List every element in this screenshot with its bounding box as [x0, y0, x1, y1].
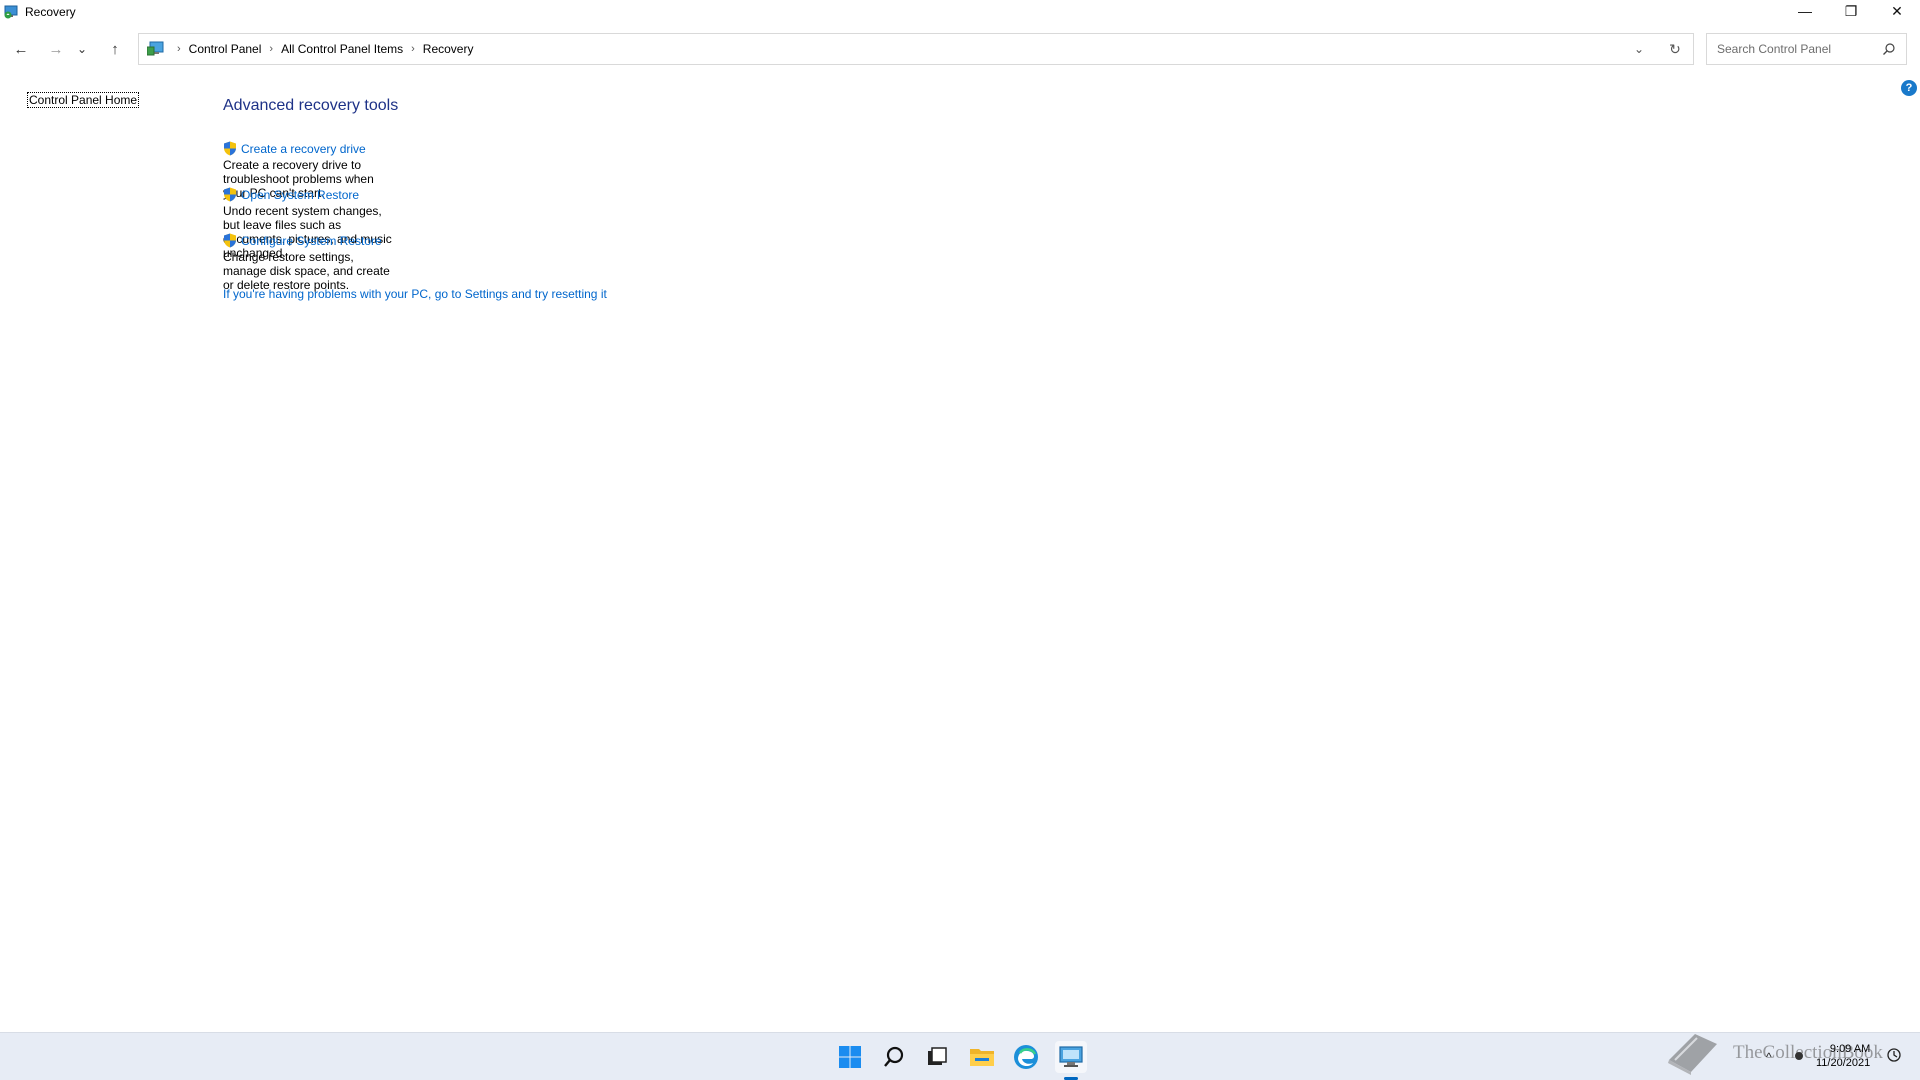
search-input[interactable]	[1715, 41, 1875, 57]
back-button[interactable]: ←	[6, 32, 36, 66]
clock[interactable]: 9:09 AM 11/20/2021	[1816, 1042, 1870, 1070]
breadcrumb-control-panel[interactable]: Control Panel	[189, 42, 262, 56]
start-button[interactable]	[834, 1041, 866, 1073]
task-view-button[interactable]	[921, 1041, 953, 1073]
breadcrumb-separator[interactable]: ›	[269, 43, 273, 55]
book-icon	[1668, 1034, 1717, 1075]
main-content: Advanced recovery tools Create a recover…	[223, 97, 607, 301]
restore-button[interactable]: ❐	[1828, 0, 1874, 22]
search-icon	[884, 1046, 904, 1067]
edge-icon	[1014, 1045, 1038, 1069]
recovery-app-icon	[3, 4, 19, 20]
search-icon[interactable]	[1882, 42, 1896, 56]
reset-pc-settings-link[interactable]: If you're having problems with your PC, …	[223, 287, 607, 301]
clock-time: 9:09 AM	[1829, 1043, 1871, 1055]
page-title: Advanced recovery tools	[223, 97, 399, 114]
control-panel-home-link[interactable]: Control Panel Home	[27, 92, 140, 108]
task-label[interactable]: Create a recovery drive	[241, 142, 366, 156]
taskbar	[0, 1032, 1920, 1080]
task-label[interactable]: Open System Restore	[241, 188, 359, 202]
close-button[interactable]: ✕	[1874, 0, 1920, 22]
breadcrumb-separator[interactable]: ›	[411, 43, 415, 55]
minimize-button[interactable]: —	[1782, 0, 1828, 22]
task-configure-system-restore: Configure System Restore Change restore …	[223, 233, 398, 292]
start-icon	[839, 1046, 861, 1068]
control-panel-icon	[146, 41, 165, 57]
forward-arrow-icon: →	[48, 40, 64, 58]
up-button[interactable]: ↑	[100, 32, 130, 66]
breadcrumb-all-control-panel-items[interactable]: All Control Panel Items	[281, 42, 403, 56]
task-view-icon	[928, 1047, 947, 1065]
forward-button[interactable]: →	[41, 32, 71, 66]
address-history-button[interactable]: ⌄	[1621, 34, 1657, 64]
taskbar-search-button[interactable]	[878, 1041, 910, 1073]
network-icon[interactable]	[1792, 1049, 1806, 1066]
breadcrumb-separator: ›	[177, 43, 181, 55]
window-controls: — ❐ ✕	[1782, 0, 1920, 24]
create-recovery-drive-link[interactable]: Create a recovery drive	[223, 141, 398, 156]
clock-date: 11/20/2021	[1816, 1057, 1871, 1069]
title-bar: Recovery — ❐ ✕	[0, 0, 1920, 24]
window-title: Recovery	[25, 5, 76, 19]
notification-icon[interactable]	[1886, 1047, 1902, 1066]
shield-icon	[224, 141, 236, 156]
shield-icon	[224, 187, 236, 202]
edge-button[interactable]	[1010, 1041, 1042, 1073]
address-bar-controls: ⌄ ↻	[1621, 34, 1693, 64]
up-arrow-icon: ↑	[111, 40, 119, 58]
address-bar[interactable]: › Control Panel › All Control Panel Item…	[138, 33, 1694, 65]
control-panel-taskbar-button[interactable]	[1055, 1041, 1087, 1073]
control-panel-icon	[1059, 1046, 1083, 1067]
file-explorer-button[interactable]	[966, 1041, 998, 1073]
task-description: Change restore settings, manage disk spa…	[223, 250, 390, 292]
back-arrow-icon: ←	[13, 40, 29, 58]
breadcrumb-recovery[interactable]: Recovery	[423, 42, 474, 56]
file-explorer-icon	[970, 1049, 994, 1066]
refresh-button[interactable]: ↻	[1657, 34, 1693, 64]
chevron-down-icon: ⌄	[1633, 42, 1645, 56]
shield-icon	[224, 233, 236, 248]
task-label[interactable]: Configure System Restore	[241, 234, 382, 248]
open-system-restore-link[interactable]: Open System Restore	[223, 187, 398, 202]
refresh-icon: ↻	[1669, 40, 1681, 57]
tray-chevron-icon[interactable]: ^	[1766, 1050, 1772, 1064]
recent-locations-button[interactable]: ⌄	[72, 32, 92, 66]
configure-system-restore-link[interactable]: Configure System Restore	[223, 233, 398, 248]
help-icon[interactable]: ?	[1901, 80, 1917, 96]
search-box[interactable]	[1706, 33, 1907, 65]
chevron-down-icon: ⌄	[76, 42, 88, 56]
